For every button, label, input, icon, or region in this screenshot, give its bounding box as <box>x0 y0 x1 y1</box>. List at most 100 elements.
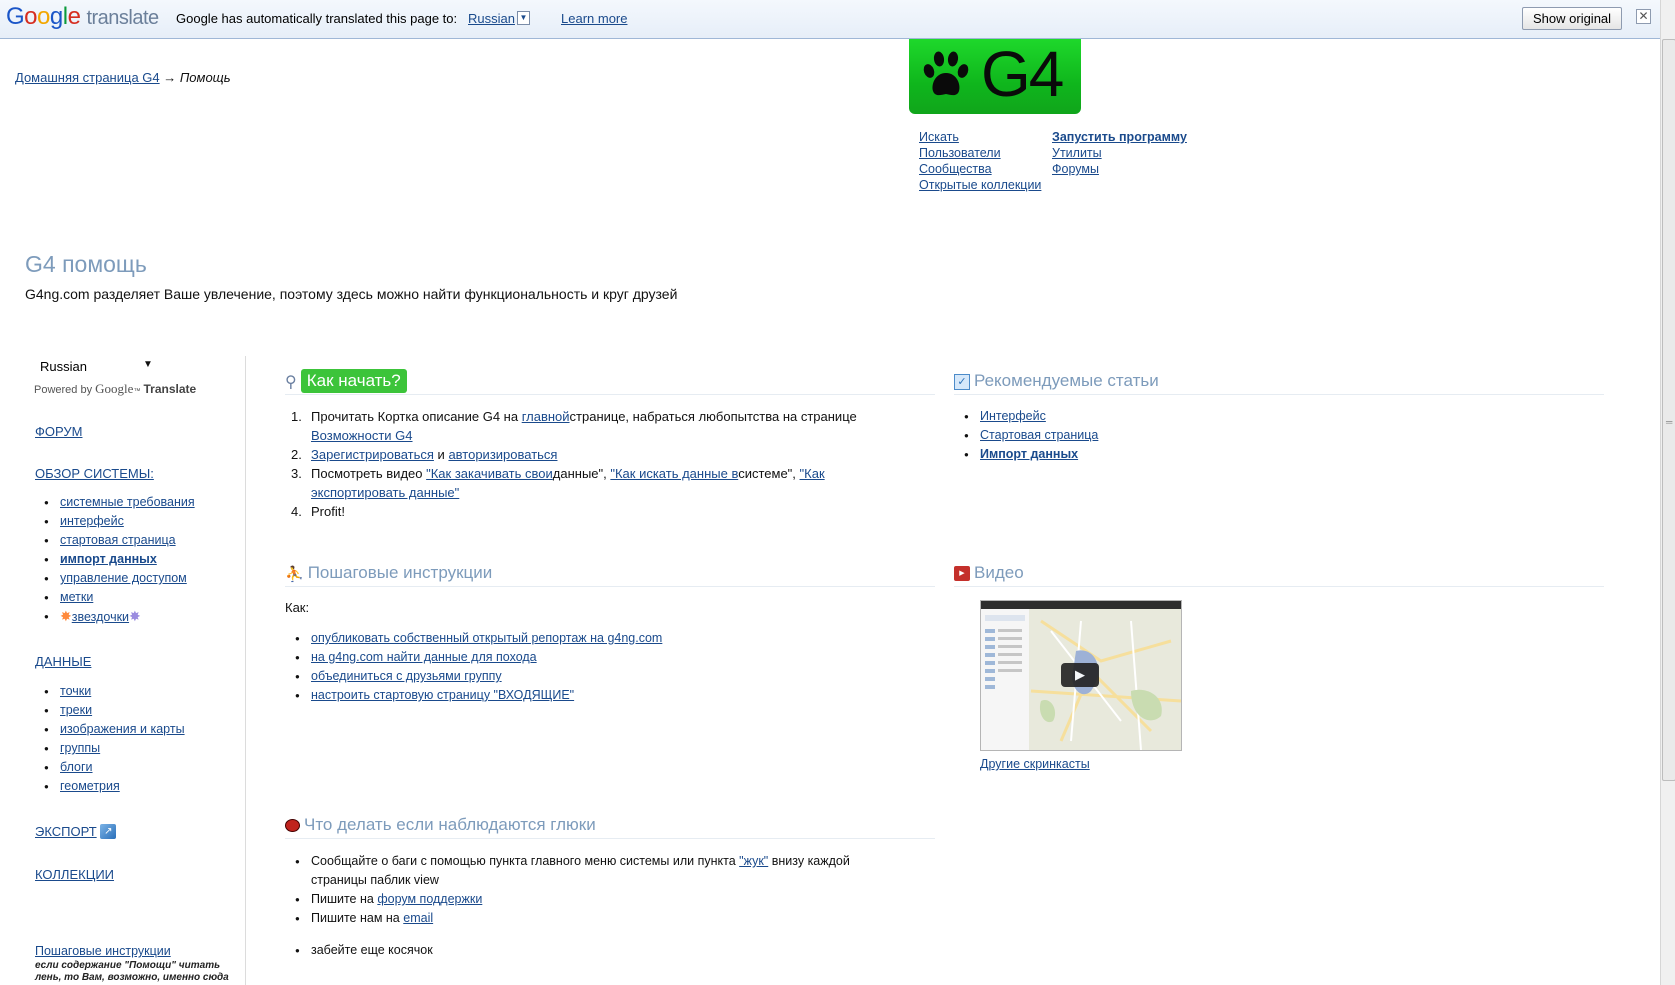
list-item: Импорт данных <box>964 445 1098 464</box>
list-item: группы <box>44 739 185 758</box>
g4-features-link[interactable]: Возможности G4 <box>311 428 413 443</box>
recommended-heading: ✓ Рекомендуемые статьи <box>954 371 1159 395</box>
overview-list: системные требования интерфейс стартовая… <box>44 493 195 626</box>
sidebar-overview-link[interactable]: ОБЗОР СИСТЕМЫ: <box>35 466 154 481</box>
step-number: 4. <box>291 504 302 519</box>
list-item: управление доступом <box>44 569 195 588</box>
login-link[interactable]: авторизироваться <box>448 447 557 462</box>
main-page-link[interactable]: главной <box>522 409 570 424</box>
video-thumbnail[interactable]: ▶ <box>980 600 1182 751</box>
nav-users-link[interactable]: Пользователи <box>919 145 1041 161</box>
nav-communities-link[interactable]: Сообщества <box>919 161 1041 177</box>
language-dropdown-icon[interactable]: ▼ <box>517 11 530 25</box>
google-translate-logo: Google translate <box>6 3 159 31</box>
sidebar-export-link[interactable]: ЭКСПОРТ <box>35 824 97 839</box>
instruction-publish-link[interactable]: опубликовать собственный открытый репорт… <box>311 631 662 645</box>
nav-search-link[interactable]: Искать <box>919 129 1041 145</box>
sidebar-item-groups[interactable]: группы <box>60 741 100 755</box>
start-heading: ⚲ Как начать? <box>285 369 407 393</box>
step-text: данные", <box>552 466 611 481</box>
step-text: Прочитать Кортка описание G4 на <box>311 409 522 424</box>
learn-more-link[interactable]: Learn more <box>561 11 627 26</box>
video-export-link[interactable]: "Как <box>800 466 825 481</box>
sidebar-instructions-link[interactable]: Пошаговые инструкции <box>35 944 171 958</box>
breadcrumb: Домашняя страница G4 → Помощь <box>15 70 231 85</box>
list-item: точки <box>44 682 185 701</box>
bugs-heading: Что делать если наблюдаются глюки <box>285 815 596 839</box>
powered-by-label: Powered by <box>34 384 93 396</box>
list-item: настроить стартовую страницу "ВХОДЯЩИЕ" <box>295 686 662 705</box>
more-screencasts-link[interactable]: Другие скринкасты <box>980 757 1090 771</box>
video-heading-text: Видео <box>974 563 1024 582</box>
play-button[interactable]: ▶ <box>1061 663 1099 687</box>
sidebar-item-blogs[interactable]: блоги <box>60 760 93 774</box>
recommended-interface-link[interactable]: Интерфейс <box>980 409 1046 423</box>
g4-logo[interactable]: G4 <box>909 38 1081 114</box>
register-link[interactable]: Зарегистрироваться <box>311 447 434 462</box>
list-item: забейте еще косячок <box>295 941 911 960</box>
sidebar-item-points[interactable]: точки <box>60 684 91 698</box>
show-original-button[interactable]: Show original <box>1522 7 1623 30</box>
sidebar-item-tracks[interactable]: треки <box>60 703 92 717</box>
nav-open-collections-link[interactable]: Открытые коллекции <box>919 177 1041 193</box>
sidebar-item-geometry[interactable]: геометрия <box>60 779 120 793</box>
translate-language-link[interactable]: Russian <box>468 11 515 26</box>
sidebar-data-link[interactable]: ДАННЫЕ <box>35 654 91 669</box>
step-4: 4. Profit! <box>291 502 861 521</box>
translate-label: Translate <box>143 382 197 396</box>
list-item: метки <box>44 588 195 607</box>
recommended-start-page-link[interactable]: Стартовая страница <box>980 428 1098 442</box>
instruction-group-link[interactable]: объединиться с друзьями группу <box>311 669 502 683</box>
close-icon[interactable]: ✕ <box>1636 9 1651 24</box>
chevron-down-icon[interactable]: ▼ <box>143 359 153 370</box>
video-upload-link[interactable]: "Как закачивать свои <box>426 466 553 481</box>
page-subtitle: G4ng.com разделяет Ваше увлечение, поэто… <box>25 286 678 302</box>
instruction-find-link[interactable]: на g4ng.com найти данные для похода <box>311 650 537 664</box>
star-icon: ✸ <box>60 608 72 624</box>
top-nav-right: Запустить программу Утилиты Форумы <box>1052 129 1187 177</box>
bug-report-text: Сообщайте о баги с помощью пункта главно… <box>311 854 740 868</box>
video-export-link-2[interactable]: экспортировать данные" <box>311 485 459 500</box>
nav-launch-program-link[interactable]: Запустить программу <box>1052 129 1187 145</box>
instructions-heading-text: Пошаговые инструкции <box>307 563 493 582</box>
youtube-icon: ▶ <box>954 566 970 582</box>
list-item: блоги <box>44 758 185 777</box>
sidebar-footer-note: если содержание "Помощи" читать лень, то… <box>35 960 229 983</box>
instruction-inbox-link[interactable]: настроить стартовую страницу "ВХОДЯЩИЕ" <box>311 688 574 702</box>
vertical-scrollbar[interactable]: ═ <box>1660 0 1675 985</box>
sidebar-item-import[interactable]: импорт данных <box>60 552 157 566</box>
sidebar-item-stars[interactable]: звездочки <box>72 610 129 624</box>
sidebar-item-requirements[interactable]: системные требования <box>60 495 195 509</box>
breadcrumb-home-link[interactable]: Домашняя страница G4 <box>15 70 160 85</box>
section-divider <box>285 838 935 839</box>
support-forum-link[interactable]: форум поддержки <box>377 892 482 906</box>
sidebar-item-access[interactable]: управление доступом <box>60 571 187 585</box>
start-heading-text: Как начать? <box>300 369 407 393</box>
nav-utilities-link[interactable]: Утилиты <box>1052 145 1187 161</box>
email-link[interactable]: email <box>403 911 433 925</box>
page-title: G4 помощь <box>25 251 147 277</box>
export-icon[interactable]: ↗ <box>100 824 117 839</box>
powered-by-google-translate: Powered by Google™ Translate <box>34 381 197 396</box>
sidebar-item-interface[interactable]: интерфейс <box>60 514 124 528</box>
step-1: 1. Прочитать Кортка описание G4 на главн… <box>291 407 861 445</box>
paw-icon <box>923 51 969 96</box>
sidebar-item-images[interactable]: изображения и карты <box>60 722 185 736</box>
video-search-link[interactable]: "Как искать данные в <box>610 466 738 481</box>
data-list: точки треки изображения и карты группы б… <box>44 682 185 796</box>
play-icon: ▶ <box>1075 667 1085 682</box>
sidebar-forum-link[interactable]: ФОРУМ <box>35 424 82 439</box>
translate-message: Google has automatically translated this… <box>176 11 458 26</box>
bug-link[interactable]: "жук" <box>739 854 768 868</box>
nav-forums-link[interactable]: Форумы <box>1052 161 1187 177</box>
sidebar-collections-link[interactable]: КОЛЛЕКЦИИ <box>35 867 114 882</box>
scrollbar-thumb[interactable]: ═ <box>1662 39 1675 781</box>
sidebar-item-tags[interactable]: метки <box>60 590 93 604</box>
sidebar-export: ЭКСПОРТ ↗ <box>35 824 117 839</box>
language-select[interactable]: Russian <box>40 359 87 374</box>
checkbox-icon: ✓ <box>954 373 970 390</box>
sidebar-item-start-page[interactable]: стартовая страница <box>60 533 176 547</box>
list-item: стартовая страница <box>44 531 195 550</box>
scrollbar-grip-icon: ═ <box>1666 417 1673 427</box>
recommended-import-link[interactable]: Импорт данных <box>980 447 1078 461</box>
